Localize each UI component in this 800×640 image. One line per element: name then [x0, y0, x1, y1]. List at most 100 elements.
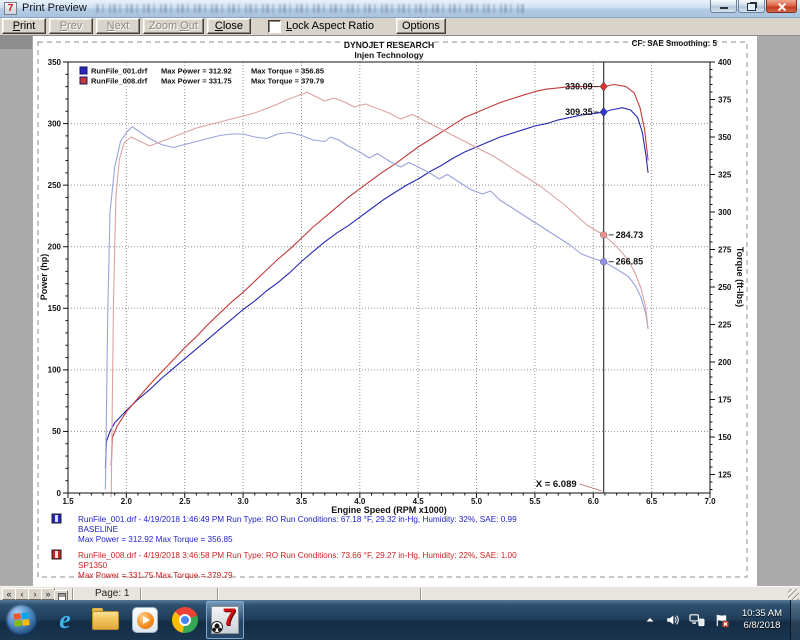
next-page-button[interactable]: › [28, 588, 42, 600]
system-tray: 10:35 AM 6/8/2018 [644, 600, 800, 640]
windows-flag-icon [13, 612, 29, 626]
svg-text:Max Torque = 379.79: Max Torque = 379.79 [251, 77, 324, 86]
svg-text:Max Power = 312.92 Max Torque: Max Power = 312.92 Max Torque = 356.85 [78, 535, 233, 544]
dyno-app-seven: 7 [223, 605, 236, 631]
last-page-button[interactable]: » [41, 588, 55, 600]
action-center-flag-icon[interactable] [714, 613, 729, 628]
cursor-value-label: 309.35 [565, 107, 593, 117]
minimize-icon [720, 7, 728, 9]
svg-text:SP1350: SP1350 [78, 561, 108, 570]
chrome-icon [172, 607, 198, 633]
taskbar-clock[interactable]: 10:35 AM 6/8/2018 [738, 608, 790, 632]
folder-icon [92, 611, 119, 630]
svg-text:7.0: 7.0 [704, 497, 716, 506]
svg-text:RunFile_001.drf: RunFile_001.drf [91, 67, 148, 76]
svg-text:300: 300 [48, 119, 62, 128]
svg-text:1.5: 1.5 [62, 497, 74, 506]
close-icon [777, 2, 786, 11]
print-preview-toolbar: PrintPrevNextZoom OutClose Lock Aspect Ra… [0, 18, 800, 36]
svg-text:100: 100 [48, 366, 62, 375]
svg-text:RunFile_001.drf - 4/19/2018 1:: RunFile_001.drf - 4/19/2018 1:46:49 PM R… [78, 515, 517, 524]
svg-text:200: 200 [718, 358, 732, 367]
svg-text:6.5: 6.5 [646, 497, 658, 506]
close-button[interactable] [766, 0, 797, 13]
svg-text:6.0: 6.0 [588, 497, 600, 506]
restore-button[interactable] [738, 0, 765, 13]
cursor-marker [600, 258, 607, 265]
cursor-x-label: X = 6.089 [536, 479, 577, 490]
taskbar: e 7 [0, 600, 800, 640]
svg-text:150: 150 [718, 433, 732, 442]
chart-subtitle: Injen Technology [354, 50, 424, 60]
cursor-value-label: 330.09 [565, 82, 593, 92]
svg-text:225: 225 [718, 320, 732, 329]
svg-text:250: 250 [718, 283, 732, 292]
taskbar-internet-explorer[interactable]: e [46, 601, 84, 639]
hidden-icons-button[interactable] [644, 614, 656, 626]
page-indicator: Page: 1 [95, 588, 129, 599]
lock-aspect-ratio-checkbox[interactable] [268, 20, 281, 33]
svg-text:2.5: 2.5 [179, 497, 191, 506]
right-axis-title: Torque (ft-lbs) [735, 247, 745, 307]
prev-page-button[interactable]: ‹ [15, 588, 29, 600]
cursor-value-label: 266.85 [616, 257, 644, 267]
svg-text:5.0: 5.0 [471, 497, 483, 506]
statusbar-separator [217, 588, 218, 600]
media-player-icon [132, 607, 158, 633]
clock-time: 10:35 AM [742, 608, 782, 620]
taskbar-dyno-app-active[interactable]: 7 [206, 601, 244, 639]
statusbar: Page: 1 «‹›» [0, 586, 800, 600]
taskbar-chrome[interactable] [166, 601, 204, 639]
svg-text:325: 325 [718, 170, 732, 179]
titlebar: 7 Print Preview [0, 0, 800, 18]
svg-text:Max Power = 331.75 Max Torque: Max Power = 331.75 Max Torque = 379.79 [78, 571, 233, 580]
next-button: Next [96, 18, 140, 34]
statusbar-separator [140, 588, 141, 600]
resize-grip[interactable] [788, 589, 799, 600]
print-button[interactable]: Print [2, 18, 46, 34]
lock-aspect-ratio-label: Lock Aspect Ratio [286, 20, 374, 32]
svg-text:RunFile_008.drf - 4/19/2018 3:: RunFile_008.drf - 4/19/2018 3:46:58 PM R… [78, 551, 517, 560]
start-button[interactable] [6, 604, 38, 636]
statusbar-separator [72, 588, 73, 600]
minimize-button[interactable] [710, 0, 737, 13]
app-icon: 7 [4, 2, 17, 15]
svg-text:175: 175 [718, 395, 732, 404]
zoom-out-button: Zoom Out [143, 18, 204, 34]
svg-text:400: 400 [718, 58, 732, 67]
svg-text:250: 250 [48, 181, 62, 190]
svg-text:5.5: 5.5 [529, 497, 541, 506]
close-button[interactable]: Close [207, 18, 251, 34]
svg-text:375: 375 [718, 95, 732, 104]
svg-text:50: 50 [52, 427, 61, 436]
svg-text:350: 350 [718, 133, 732, 142]
dyno-app-icon: 7 [211, 606, 239, 634]
svg-text:Max Torque = 356.85: Max Torque = 356.85 [251, 67, 324, 76]
prev-button: Prev [49, 18, 93, 34]
smoothing-note: CF: SAE Smoothing: 5 [632, 39, 718, 48]
network-icon[interactable] [689, 613, 705, 627]
svg-text:BASELINE: BASELINE [78, 525, 119, 534]
cursor-marker [600, 232, 607, 239]
svg-text:125: 125 [718, 470, 732, 479]
run-info-block [52, 514, 61, 559]
x-axis-title: Engine Speed (RPM x1000) [331, 505, 447, 515]
volume-icon[interactable] [665, 613, 680, 627]
background-window-title-ghost [96, 4, 526, 13]
cursor-value-label: 284.73 [616, 230, 644, 240]
internet-explorer-icon: e [59, 607, 71, 633]
show-desktop-button[interactable] [790, 600, 800, 640]
taskbar-windows-explorer[interactable] [86, 601, 124, 639]
restore-icon [747, 3, 756, 11]
first-page-button[interactable]: « [2, 588, 16, 600]
svg-text:150: 150 [48, 304, 62, 313]
options-button[interactable]: Options [396, 18, 446, 34]
taskbar-media-player[interactable] [126, 601, 164, 639]
svg-text:RunFile_008.drf: RunFile_008.drf [91, 77, 148, 86]
svg-text:275: 275 [718, 245, 732, 254]
svg-text:200: 200 [48, 243, 62, 252]
chart-title: DYNOJET RESEARCH [344, 40, 434, 50]
svg-text:3.0: 3.0 [238, 497, 250, 506]
clock-date: 6/8/2018 [742, 620, 782, 632]
preview-area: DYNOJET RESEARCHInjen Technology CF: SAE … [0, 36, 800, 586]
